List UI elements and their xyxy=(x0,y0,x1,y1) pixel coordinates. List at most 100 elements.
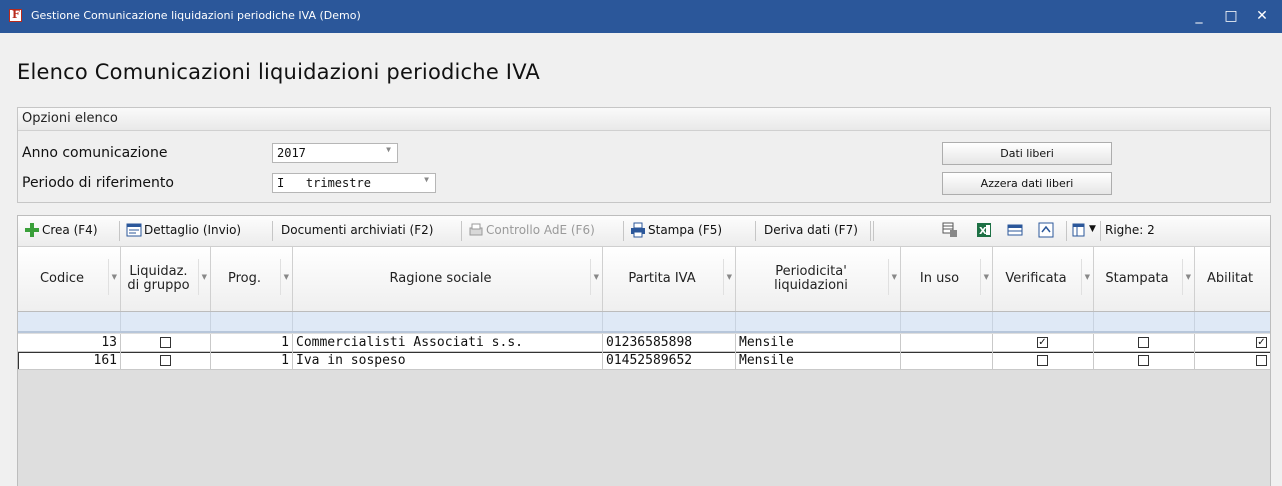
filter-dropdown-icon[interactable]: ▼ xyxy=(1181,259,1191,295)
checkbox-stampata[interactable] xyxy=(1138,355,1149,366)
add-icon xyxy=(25,223,39,237)
cell-codice: 13 xyxy=(18,334,121,352)
deriva-dati-button[interactable]: Deriva dati (F7) xyxy=(764,223,858,237)
window-title: Gestione Comunicazione liquidazioni peri… xyxy=(31,9,361,22)
cell-prog: 1 xyxy=(211,334,293,352)
column-header-in-uso[interactable]: In uso ▼ xyxy=(901,247,993,311)
columns-icon[interactable] xyxy=(1072,222,1088,238)
cell-in-uso xyxy=(901,334,993,352)
column-header-prog[interactable]: Prog. ▼ xyxy=(211,247,293,311)
filter-dropdown-icon[interactable]: ▼ xyxy=(589,259,599,295)
row-count: Righe: 2 xyxy=(1105,223,1155,237)
options-panel-title: Opzioni elenco xyxy=(22,111,118,126)
filter-dropdown-icon[interactable]: ▼ xyxy=(279,259,289,295)
filter-cell[interactable] xyxy=(18,312,121,331)
anno-comunicazione-value: 2017 xyxy=(277,146,306,160)
crea-button[interactable]: Crea (F4) xyxy=(42,223,98,237)
column-header-label: Verificata xyxy=(1005,271,1067,286)
filter-cell[interactable] xyxy=(901,312,993,331)
window-titlebar: Gestione Comunicazione liquidazioni peri… xyxy=(0,0,1282,33)
cell-partita-iva: 01236585898 xyxy=(603,334,736,352)
cell-periodicita: Mensile xyxy=(736,334,901,352)
filter-cell[interactable] xyxy=(293,312,603,331)
chevron-down-icon: ▼ xyxy=(386,145,391,154)
scan-icon xyxy=(469,223,483,236)
anno-comunicazione-label: Anno comunicazione xyxy=(22,145,168,161)
column-header-label: Liquidaz. di gruppo xyxy=(127,264,190,293)
options-panel: Opzioni elenco Anno comunicazione 2017 ▼… xyxy=(17,107,1271,203)
app-logo-icon xyxy=(9,8,22,22)
maximize-button[interactable]: □ xyxy=(1219,6,1243,26)
filter-dropdown-icon[interactable]: ▼ xyxy=(1080,259,1090,295)
options-panel-header[interactable]: Opzioni elenco xyxy=(18,108,1270,131)
filter-cell[interactable] xyxy=(1195,312,1270,331)
refresh-icon[interactable] xyxy=(1038,222,1054,238)
toolbar-separator xyxy=(623,221,624,241)
column-header-stampata[interactable]: Stampata ▼ xyxy=(1094,247,1195,311)
cell-in-uso xyxy=(901,352,993,370)
column-header-codice[interactable]: Codice ▼ xyxy=(18,247,121,311)
dati-liberi-button[interactable]: Dati liberi xyxy=(942,142,1112,165)
checkbox-verificata[interactable] xyxy=(1037,355,1048,366)
anno-comunicazione-select[interactable]: 2017 ▼ xyxy=(272,143,398,163)
close-button[interactable]: ✕ xyxy=(1250,6,1274,26)
filter-cell[interactable] xyxy=(736,312,901,331)
filter-dropdown-icon[interactable]: ▼ xyxy=(722,259,732,295)
printer-icon xyxy=(631,222,645,238)
excel-icon[interactable]: X xyxy=(976,222,992,238)
column-header-liquidaz[interactable]: Liquidaz. di gruppo ▼ xyxy=(121,247,211,311)
table-row-selected[interactable]: 161 1 Iva in sospeso 01452589652 Mensile xyxy=(18,352,1270,370)
cell-ragione-sociale: Commercialisti Associati s.s. xyxy=(293,334,603,352)
page-title: Elenco Comunicazioni liquidazioni period… xyxy=(17,60,540,84)
cell-liquidaz xyxy=(121,334,211,352)
filter-cell[interactable] xyxy=(993,312,1094,331)
toolbar-separator xyxy=(272,221,273,241)
dettaglio-button[interactable]: Dettaglio (Invio) xyxy=(144,223,241,237)
chevron-down-icon[interactable]: ▼ xyxy=(1089,224,1096,234)
filter-dropdown-icon[interactable]: ▼ xyxy=(979,259,989,295)
export-icon[interactable] xyxy=(942,222,958,238)
checkbox-liquidaz[interactable] xyxy=(160,337,171,348)
column-header-label: Codice xyxy=(39,271,85,286)
toolbar-separator xyxy=(755,221,756,241)
column-header-periodicita[interactable]: Periodicita' liquidazioni ▼ xyxy=(736,247,901,311)
grid-icon[interactable] xyxy=(1007,222,1023,238)
filter-dropdown-icon[interactable]: ▼ xyxy=(887,259,897,295)
column-header-label: Ragione sociale xyxy=(389,271,492,286)
filter-dropdown-icon[interactable]: ▼ xyxy=(107,259,117,295)
table-row[interactable]: 13 1 Commercialisti Associati s.s. 01236… xyxy=(18,334,1270,352)
checkbox-abilitat[interactable] xyxy=(1256,355,1267,366)
svg-text:X: X xyxy=(979,226,987,237)
toolbar-separator xyxy=(461,221,462,241)
cell-partita-iva: 01452589652 xyxy=(603,352,736,370)
periodo-riferimento-label: Periodo di riferimento xyxy=(22,175,174,191)
cell-verificata xyxy=(993,352,1094,370)
azzera-dati-liberi-button[interactable]: Azzera dati liberi xyxy=(942,172,1112,195)
checkbox-stampata[interactable] xyxy=(1138,337,1149,348)
checkbox-abilitat[interactable]: ✓ xyxy=(1256,337,1267,348)
filter-cell[interactable] xyxy=(603,312,736,331)
filter-cell[interactable] xyxy=(121,312,211,331)
grid-filter-row[interactable] xyxy=(18,312,1270,333)
column-header-partita-iva[interactable]: Partita IVA ▼ xyxy=(603,247,736,311)
column-header-verificata[interactable]: Verificata ▼ xyxy=(993,247,1094,311)
column-header-label: Partita IVA xyxy=(628,271,696,286)
toolbar-separator xyxy=(873,221,874,241)
chevron-down-icon: ▼ xyxy=(424,175,429,184)
controllo-ade-button[interactable]: Controllo AdE (F6) xyxy=(486,223,595,237)
filter-dropdown-icon[interactable]: ▼ xyxy=(197,259,207,295)
documenti-archiviati-button[interactable]: Documenti archiviati (F2) xyxy=(281,223,433,237)
grid-header-row: Codice ▼ Liquidaz. di gruppo ▼ Prog. ▼ Ragi… xyxy=(18,247,1270,312)
column-header-label: Stampata xyxy=(1105,271,1169,286)
filter-cell[interactable] xyxy=(211,312,293,331)
column-header-ragione-sociale[interactable]: Ragione sociale ▼ xyxy=(293,247,603,311)
stampa-button[interactable]: Stampa (F5) xyxy=(648,223,722,237)
minimize-button[interactable]: _ xyxy=(1187,6,1211,26)
filter-cell[interactable] xyxy=(1094,312,1195,331)
grid-toolbar: Crea (F4) Dettaglio (Invio) Documenti ar… xyxy=(18,216,1270,247)
column-header-abilitat[interactable]: Abilitat xyxy=(1195,247,1270,311)
column-header-label: Periodicita' liquidazioni xyxy=(774,264,848,293)
checkbox-verificata[interactable]: ✓ xyxy=(1037,337,1048,348)
periodo-riferimento-select[interactable]: I trimestre ▼ xyxy=(272,173,436,193)
checkbox-liquidaz[interactable] xyxy=(160,355,171,366)
